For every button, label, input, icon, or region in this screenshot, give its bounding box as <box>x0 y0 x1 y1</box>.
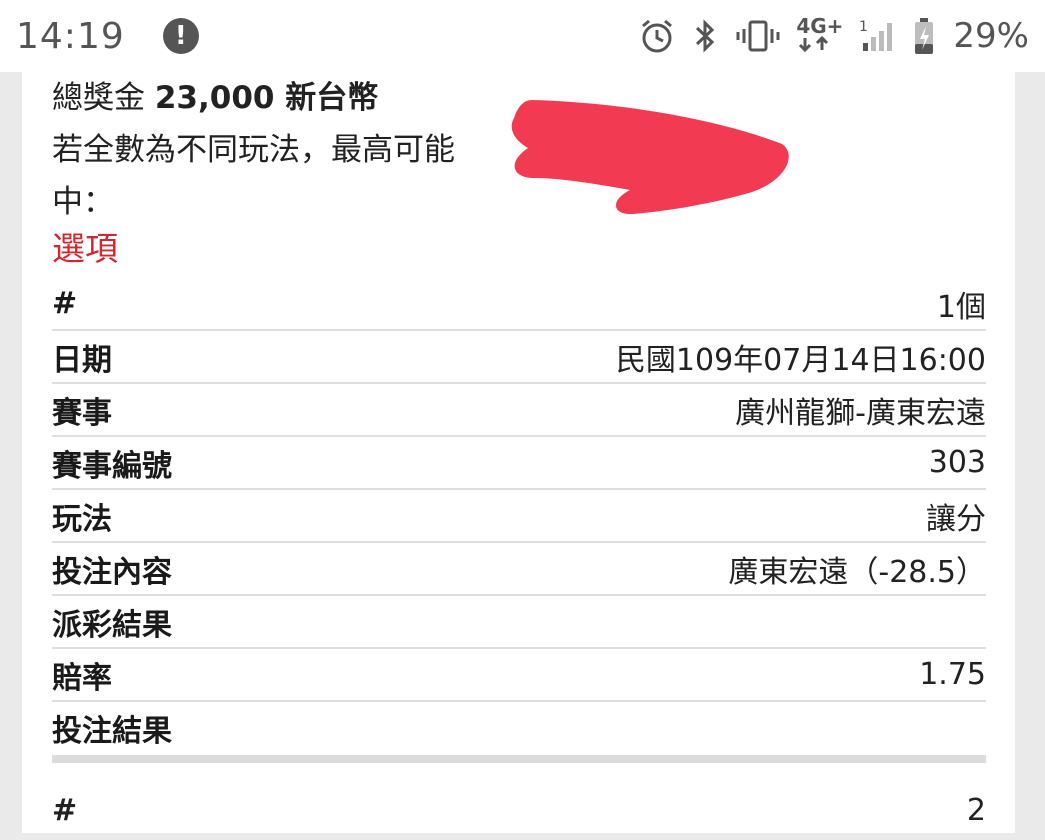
prize-summary: 總獎金 23,000 新台幣 若全數為不同玩法，最高可能中： <box>52 72 492 228</box>
table-row: 賽事 廣州龍獅-廣東宏遠 <box>52 384 986 437</box>
row-value: 廣州龍獅-廣東宏遠 <box>735 395 986 431</box>
group-divider <box>52 755 986 763</box>
table-row: 派彩結果 <box>52 596 986 649</box>
table-row: 玩法 讓分 <box>52 490 986 543</box>
network-label: 4G+ <box>796 14 844 38</box>
row-label: 投注結果 <box>52 713 172 749</box>
total-prize-value: 23,000 新台幣 <box>154 80 379 116</box>
row-value: 民國109年07月14日16:00 <box>615 342 986 378</box>
row-label: 派彩結果 <box>52 607 172 643</box>
row-value: 1個 <box>936 289 986 325</box>
row-value: 1.75 <box>919 657 986 692</box>
total-prize-label: 總獎金 <box>52 80 145 116</box>
signal-icon: 1 <box>857 17 899 55</box>
row-value: 廣東宏遠（-28.5） <box>728 554 986 590</box>
table-row: # 1個 <box>52 278 986 331</box>
vibrate-icon <box>734 17 782 55</box>
4g-data-icon: 4G+ <box>796 16 843 56</box>
bet-table-1: # 1個 日期 民國109年07月14日16:00 賽事 廣州龍獅-廣東宏遠 賽… <box>52 278 986 763</box>
battery-charging-icon <box>913 16 935 56</box>
bet-table-2-header-row: # 2 <box>52 780 986 840</box>
options-title: 選項 <box>52 229 118 268</box>
battery-percent: 29% <box>953 16 1029 56</box>
table-row: 賠率 1.75 <box>52 649 986 702</box>
row-label: 賽事編號 <box>52 448 172 484</box>
status-time: 14:19 <box>16 15 125 57</box>
alert-icon: ! <box>162 18 199 54</box>
row-value: 2 <box>966 792 986 828</box>
row-value: 303 <box>928 445 986 480</box>
sim-slot-label: 1 <box>859 19 868 35</box>
redaction-scribble <box>511 100 789 215</box>
table-row: 賽事編號 303 <box>52 437 986 490</box>
row-label: 賠率 <box>52 660 112 696</box>
status-icons: 4G+ 1 29% <box>638 16 1029 56</box>
bet-details-card: 總獎金 23,000 新台幣 若全數為不同玩法，最高可能中： 選項 # 1個 日… <box>22 72 1015 833</box>
alarm-icon <box>638 17 676 55</box>
table-row: 投注內容 廣東宏遠（-28.5） <box>52 543 986 596</box>
bluetooth-icon <box>690 17 720 55</box>
row-label: # <box>52 286 78 321</box>
status-bar: 14:19 ! 4G+ 1 29% <box>0 0 1045 72</box>
row-label: 賽事 <box>52 395 112 431</box>
table-row: 日期 民國109年07月14日16:00 <box>52 331 986 384</box>
row-label: # <box>52 792 78 828</box>
row-value: 讓分 <box>926 501 986 537</box>
row-label: 日期 <box>52 342 112 378</box>
max-win-note: 若全數為不同玩法，最高可能中： <box>52 132 455 220</box>
table-row: 投注結果 <box>52 702 986 753</box>
row-label: 投注內容 <box>52 554 172 590</box>
row-label: 玩法 <box>52 501 112 537</box>
